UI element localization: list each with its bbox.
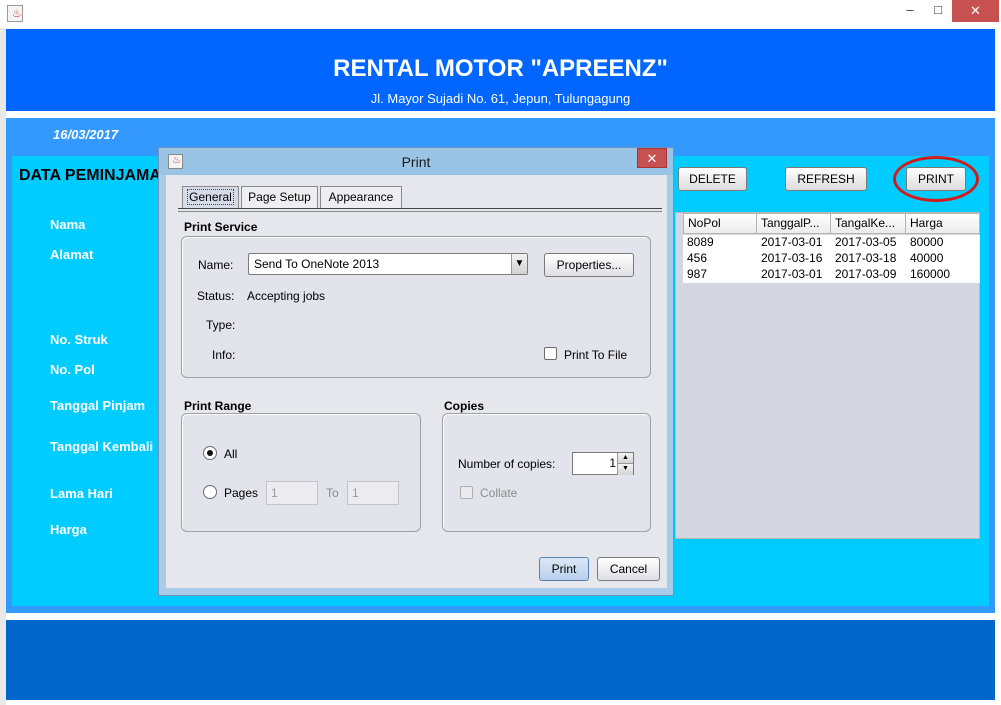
app-address: Jl. Mayor Sujadi No. 61, Jepun, Tulungag…: [370, 91, 631, 106]
tab-divider: [178, 208, 662, 212]
column-header-harga[interactable]: Harga: [906, 213, 980, 234]
table-cell: 2017-03-18: [835, 251, 897, 265]
table-cell: 2017-03-01: [761, 235, 823, 249]
to-label: To: [326, 486, 339, 500]
spinner-down-icon[interactable]: ▼: [617, 464, 633, 475]
radio-selected-dot: [207, 450, 213, 456]
dialog-close-icon[interactable]: ✕: [637, 148, 667, 168]
properties-button[interactable]: Properties...: [544, 253, 634, 277]
table-row[interactable]: 8089 2017-03-01 2017-03-05 80000: [683, 235, 980, 251]
label-nama: Nama: [50, 217, 86, 232]
window-titlebar: [0, 0, 1001, 28]
tab-general-label: General: [187, 189, 234, 205]
print-highlight-annotation: [893, 156, 979, 202]
dialog-title: Print: [401, 154, 431, 170]
table-cell: 2017-03-16: [761, 251, 823, 265]
status-label: Status:: [197, 289, 235, 303]
printer-select-value: Send To OneNote 2013: [254, 257, 380, 271]
dialog-print-button[interactable]: Print: [539, 557, 589, 581]
copies-value[interactable]: 1: [572, 456, 616, 470]
copies-heading: Copies: [444, 399, 485, 413]
label-no-pol: No. Pol: [50, 362, 95, 377]
table-cell: 40000: [910, 251, 944, 265]
spinner-up-icon[interactable]: ▲: [617, 453, 633, 464]
label-alamat: Alamat: [50, 247, 94, 262]
table-cell: 2017-03-09: [835, 267, 897, 281]
java-icon: ♨: [7, 5, 23, 22]
close-icon[interactable]: ✕: [952, 0, 999, 22]
label-harga: Harga: [50, 522, 87, 537]
print-service-heading: Print Service: [184, 220, 258, 234]
print-range-heading: Print Range: [184, 399, 252, 413]
maximize-icon[interactable]: □: [924, 0, 952, 22]
table-row[interactable]: 456 2017-03-16 2017-03-18 40000: [683, 251, 980, 267]
column-header-tanggal-pinjam[interactable]: TanggalP...: [757, 213, 831, 234]
collate-checkbox[interactable]: [460, 486, 473, 499]
dialog-cancel-button[interactable]: Cancel: [597, 557, 660, 581]
table-cell: 80000: [910, 235, 944, 249]
collate-label: Collate: [480, 486, 518, 500]
print-to-file-label[interactable]: Print To File: [564, 348, 627, 362]
label-lama-hari: Lama Hari: [50, 486, 113, 501]
tab-appearance[interactable]: Appearance: [320, 186, 402, 208]
minimize-icon[interactable]: –: [896, 0, 924, 22]
number-of-copies-label: Number of copies:: [458, 457, 556, 471]
print-to-file-checkbox[interactable]: [544, 347, 557, 360]
label-tanggal-pinjam: Tanggal Pinjam: [50, 398, 146, 413]
chevron-down-icon[interactable]: ▼: [511, 254, 527, 274]
table-cell: 160000: [910, 267, 951, 281]
table-cell: 2017-03-05: [835, 235, 897, 249]
app-title: RENTAL MOTOR "APREENZ": [333, 55, 668, 82]
status-value: Accepting jobs: [247, 289, 326, 303]
print-range-group: [181, 413, 421, 532]
table-header: NoPol TanggalP... TangalKe... Harga: [683, 213, 980, 234]
all-radio[interactable]: [203, 446, 217, 460]
tab-general[interactable]: General: [182, 186, 239, 208]
pages-radio[interactable]: [203, 485, 217, 499]
table-cell: 456: [687, 251, 708, 265]
pages-to-field[interactable]: 1: [347, 481, 399, 505]
name-label: Name:: [198, 258, 234, 272]
label-tanggal-kembali: Tanggal Kembali: [50, 439, 154, 454]
pages-radio-label[interactable]: Pages: [224, 486, 258, 500]
table-cell: 2017-03-01: [761, 267, 823, 281]
info-label: Info:: [212, 348, 236, 362]
refresh-button[interactable]: REFRESH: [785, 167, 867, 191]
delete-button[interactable]: DELETE: [678, 167, 747, 191]
current-date: 16/03/2017: [53, 127, 119, 142]
type-label: Type:: [206, 318, 236, 332]
table-cell: 987: [687, 267, 708, 281]
label-no-struk: No. Struk: [50, 332, 108, 347]
column-header-tanggal-kembali[interactable]: TangalKe...: [831, 213, 906, 234]
table-cell: 8089: [687, 235, 714, 249]
section-title: DATA PEMINJAMAN: [19, 167, 173, 184]
footer-panel: [6, 620, 995, 700]
tab-page-setup[interactable]: Page Setup: [241, 186, 318, 208]
table-row[interactable]: 987 2017-03-01 2017-03-09 160000: [683, 267, 980, 283]
pages-from-field[interactable]: 1: [266, 481, 318, 505]
column-header-nopol[interactable]: NoPol: [683, 213, 757, 234]
all-radio-label[interactable]: All: [224, 447, 237, 461]
